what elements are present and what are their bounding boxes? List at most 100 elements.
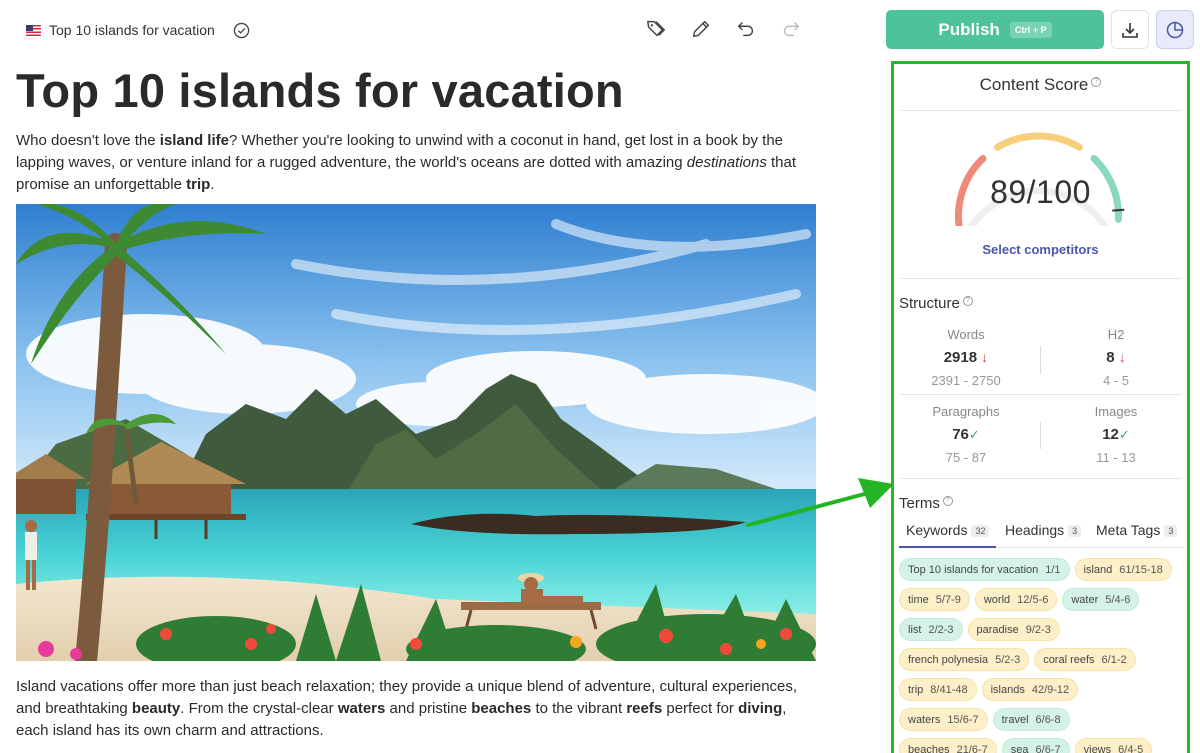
stat-range: 11 - 13 [1096, 450, 1136, 465]
undo-icon[interactable] [735, 18, 757, 40]
keyword-chip[interactable]: time 5/7-9 [899, 588, 970, 611]
structure-title-text: Structure [899, 295, 960, 312]
keyword-term: islands [990, 683, 1025, 696]
keyword-chip[interactable]: beaches 21/6-7 [899, 738, 997, 753]
checkmark-icon: ✓ [1118, 427, 1130, 442]
stat-h2: H2 8 ↓ 4 - 5 [1046, 327, 1186, 388]
bold-keyword: beaches [471, 700, 532, 717]
body-paragraph[interactable]: Island vacations offer more than just be… [16, 676, 816, 742]
keyword-chip[interactable]: paradise 9/2-3 [967, 618, 1060, 641]
text-run: perfect for [662, 700, 739, 717]
divider [900, 478, 1182, 479]
stat-paragraphs: Paragraphs 76✓ 75 - 87 [896, 404, 1036, 465]
keyword-chip[interactable]: islands 42/9-12 [981, 678, 1079, 701]
keyword-term: travel [1001, 713, 1029, 726]
keyword-term: coral reefs [1043, 653, 1095, 666]
structure-title: Structure? [899, 295, 973, 312]
keyword-chip-row: Top 10 islands for vacation 1/1 island 61/1… [899, 558, 1187, 581]
terms-title-text: Terms [899, 495, 940, 512]
select-competitors-link[interactable]: Select competitors [894, 242, 1187, 257]
stat-number: 2918 [943, 349, 978, 366]
pie-chart-icon [1166, 21, 1184, 38]
keyword-count: 5/7-9 [935, 593, 961, 606]
keyword-chip[interactable]: water 5/4-6 [1062, 588, 1140, 611]
keyword-term: water [1071, 593, 1099, 606]
bold-keyword: waters [337, 700, 386, 717]
hero-image[interactable] [16, 204, 816, 661]
keyword-term: views [1083, 743, 1112, 753]
text-run: . From the crystal-clear [180, 700, 338, 717]
keyword-count: 9/2-3 [1025, 623, 1051, 636]
stat-number: 8 [1106, 349, 1115, 366]
bold-keyword: reefs [626, 700, 663, 717]
tab-headings[interactable]: Headings 3 [1005, 522, 1082, 548]
article-editor[interactable]: Top 10 islands for vacation Who doesn't … [16, 60, 816, 739]
keyword-count: 6/1-2 [1101, 653, 1127, 666]
editor-toolbar: Top 10 islands for vacation [0, 0, 880, 60]
stat-value: 2918 ↓ [896, 349, 1036, 366]
stat-range: 75 - 87 [945, 450, 987, 465]
stat-value: 76✓ [896, 426, 1036, 443]
arrow-down-icon: ↓ [1118, 349, 1126, 365]
help-icon[interactable]: ? [1091, 77, 1102, 88]
tropical-island-illustration [16, 204, 816, 661]
help-icon[interactable]: ? [942, 496, 953, 506]
keyword-term: Top 10 islands for vacation [908, 563, 1039, 576]
check-circle-icon[interactable] [233, 22, 250, 39]
tags-icon[interactable] [645, 18, 667, 40]
publish-button[interactable]: Publish Ctrl + P [886, 10, 1104, 49]
keyword-chip[interactable]: sea 6/6-7 [1001, 738, 1070, 753]
tab-label: Keywords [906, 522, 968, 538]
arrow-down-icon: ↓ [981, 349, 989, 365]
tab-keywords[interactable]: Keywords 32 [899, 522, 996, 548]
keyword-chip[interactable]: french polynesia 5/2-3 [899, 648, 1030, 671]
text-run: . [210, 176, 215, 193]
content-score-toggle-button[interactable] [1156, 10, 1194, 49]
keyword-chip[interactable]: coral reefs 6/1-2 [1034, 648, 1136, 671]
redo-icon[interactable] [780, 18, 802, 40]
terms-tabs: Keywords 32 Headings 3 Meta Tags 3 [899, 522, 1183, 548]
pencil-icon[interactable] [690, 18, 712, 40]
stat-number: 12 [1102, 426, 1119, 443]
keyword-term: world [983, 593, 1011, 606]
terms-title: Terms? [899, 495, 953, 512]
keyword-chip[interactable]: waters 15/6-7 [899, 708, 988, 731]
keyword-chip[interactable]: views 6/4-5 [1074, 738, 1153, 753]
keyword-chip[interactable]: trip 8/41-48 [899, 678, 977, 701]
article-heading[interactable]: Top 10 islands for vacation [16, 66, 816, 116]
keyword-chip[interactable]: island 61/15-18 [1074, 558, 1172, 581]
keyword-term: time [908, 593, 929, 606]
keyword-chip[interactable]: world 12/5-6 [974, 588, 1058, 611]
download-button[interactable] [1111, 10, 1149, 49]
intro-paragraph[interactable]: Who doesn't love the island life? Whethe… [16, 130, 816, 196]
keyword-count: 12/5-6 [1017, 593, 1049, 606]
stat-label: Words [947, 327, 985, 342]
keyword-count: 2/2-3 [928, 623, 954, 636]
tab-count-badge: 32 [971, 525, 990, 537]
keyword-term: list [908, 623, 922, 636]
publish-label: Publish [938, 19, 1000, 39]
help-icon[interactable]: ? [962, 296, 973, 306]
keyword-chip[interactable]: Top 10 islands for vacation 1/1 [899, 558, 1070, 581]
tab-count-badge: 3 [1068, 525, 1082, 537]
tab-meta-tags[interactable]: Meta Tags 3 [1096, 522, 1178, 548]
stat-images: Images 12✓ 11 - 13 [1046, 404, 1186, 465]
keyword-count: 6/6-7 [1035, 743, 1061, 753]
divider [900, 110, 1182, 111]
text-run: to the vibrant [531, 700, 627, 717]
content-score-title-text: Content Score [979, 75, 1089, 94]
divider [900, 278, 1182, 279]
keyword-count: 5/4-6 [1105, 593, 1131, 606]
publish-shortcut: Ctrl + P [1009, 21, 1052, 38]
content-score-title: Content Score? [894, 75, 1187, 95]
document-title[interactable]: Top 10 islands for vacation [49, 22, 215, 38]
keyword-count: 21/6-7 [956, 743, 988, 753]
keyword-chip[interactable]: list 2/2-3 [899, 618, 963, 641]
checkmark-icon: ✓ [968, 427, 980, 442]
tab-count-badge: 3 [1164, 525, 1178, 537]
tab-label: Headings [1005, 522, 1065, 538]
keyword-chip[interactable]: travel 6/6-8 [992, 708, 1070, 731]
stat-words: Words 2918 ↓ 2391 - 2750 [896, 327, 1036, 388]
flag-us-icon[interactable] [26, 24, 41, 36]
stat-label: Paragraphs [932, 404, 1000, 419]
